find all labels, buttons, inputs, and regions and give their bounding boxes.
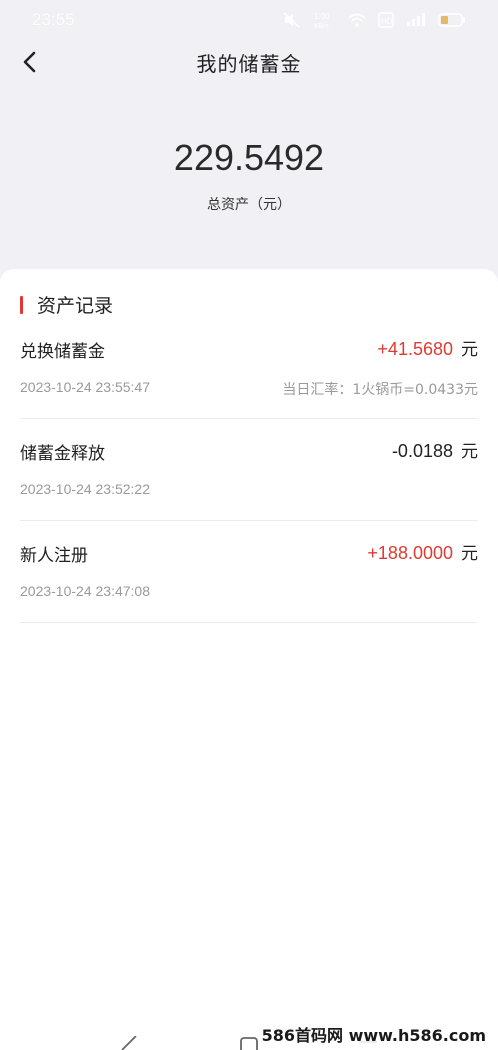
- wifi-icon: [348, 13, 366, 27]
- nav-home-icon[interactable]: [240, 1036, 258, 1050]
- svg-text:HD: HD: [381, 17, 393, 26]
- status-time: 23:55: [32, 10, 75, 29]
- record-time: 2023-10-24 23:55:47: [20, 379, 150, 395]
- record-amount: +188.0000: [367, 543, 453, 563]
- record-unit: 元: [461, 442, 478, 462]
- record-row[interactable]: 新人注册 +188.0000 元 2023-10-24 23:47:08: [20, 521, 478, 623]
- nav-back-icon[interactable]: [118, 1036, 138, 1050]
- section-header: 资产记录: [20, 291, 113, 318]
- record-time: 2023-10-24 23:47:08: [20, 583, 150, 599]
- nav-bar: 我的储蓄金: [0, 38, 498, 86]
- back-button[interactable]: [14, 46, 46, 78]
- record-name: 兑换储蓄金: [20, 342, 105, 362]
- svg-text:KB/s: KB/s: [314, 23, 329, 29]
- total-amount: 229.5492: [173, 137, 325, 178]
- record-amount-wrap: +188.0000 元: [367, 539, 478, 564]
- record-amount: -0.0188: [391, 441, 453, 461]
- record-time: 2023-10-24 23:52:22: [20, 481, 150, 497]
- status-icons: 1.00 KB/s HD: [282, 11, 466, 29]
- record-unit: 元: [461, 340, 478, 360]
- total-label: 总资产（元）: [207, 197, 291, 213]
- signal-icon: [407, 13, 425, 26]
- record-row[interactable]: 储蓄金释放 -0.0188 元 2023-10-24 23:52:22: [20, 419, 478, 521]
- record-name: 储蓄金释放: [20, 444, 105, 464]
- record-rate-note: 当日汇率：1火锅币=0.0433元: [282, 382, 478, 398]
- page-title: 我的储蓄金: [196, 51, 302, 76]
- hd-icon: HD: [378, 12, 394, 28]
- section-accent-bar: [20, 295, 23, 314]
- records-card: 资产记录 兑换储蓄金 +41.5680 元 2023-10-24 23:55:4…: [0, 269, 498, 1050]
- mute-icon: [283, 12, 300, 28]
- record-amount-wrap: -0.0188 元: [392, 437, 478, 462]
- record-unit: 元: [461, 544, 478, 564]
- svg-text:1.00: 1.00: [314, 12, 330, 21]
- record-row[interactable]: 兑换储蓄金 +41.5680 元 2023-10-24 23:55:47 当日汇…: [20, 317, 478, 419]
- record-amount-wrap: +41.5680 元: [377, 335, 478, 360]
- status-bar: 23:55 1.00 KB/s HD: [0, 0, 498, 40]
- record-name: 新人注册: [20, 546, 88, 566]
- battery-icon: [438, 13, 465, 27]
- section-title: 资产记录: [37, 295, 114, 317]
- watermark-text: 586首码网 www.h586.com: [257, 1022, 490, 1046]
- network-speed-icon: 1.00 KB/s: [314, 12, 330, 29]
- chevron-left-icon: [23, 51, 36, 73]
- record-amount: +41.5680: [377, 339, 453, 359]
- asset-summary: 229.5492 总资产（元）: [0, 132, 498, 214]
